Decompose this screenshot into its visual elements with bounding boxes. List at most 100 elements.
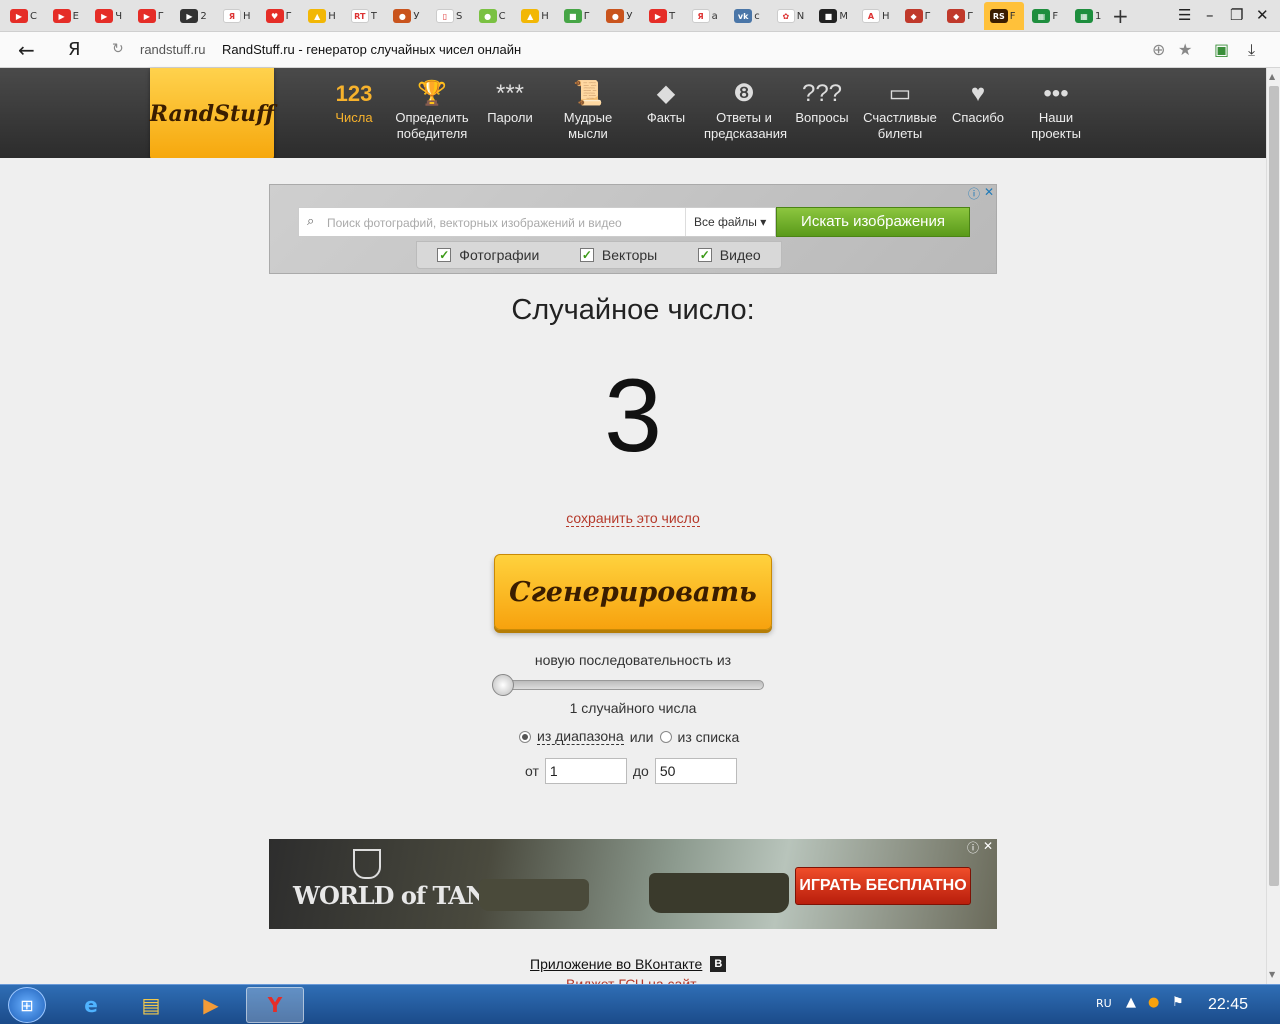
tab-favicon-icon: ♥ [265, 9, 284, 23]
browser-tab[interactable]: Яа [686, 2, 726, 30]
browser-tab[interactable]: ▲ Н [302, 2, 342, 30]
vk-app-link[interactable]: Приложение во ВКонтакте B [530, 956, 727, 972]
page-scrollbar[interactable]: ▲ ▼ [1266, 68, 1280, 984]
bookmark-star-icon[interactable]: ★ [1178, 40, 1192, 59]
ad-banner-top[interactable]: ⌕ Поиск фотографий, векторных изображени… [269, 184, 997, 274]
generate-button[interactable]: Сгенерировать [494, 554, 772, 630]
browser-tab[interactable]: ■ М [813, 2, 853, 30]
ad-filetype-select[interactable]: Все файлы ▾ [685, 208, 777, 236]
widget-link[interactable]: Виджет ГСЧ на сайт [566, 976, 697, 984]
nav-item-winner[interactable]: 🏆 Определить победителя [392, 78, 472, 142]
start-button[interactable]: ⊞ [8, 987, 46, 1023]
ad-close-icon[interactable]: ✕ [984, 185, 994, 199]
browser-tab[interactable]: ▶ Т [643, 2, 683, 30]
menu-icon[interactable]: ☰ [1178, 6, 1191, 24]
browser-tab[interactable]: ▯ S [430, 2, 470, 30]
to-input[interactable] [654, 758, 737, 784]
ad-check-photos[interactable]: ✓ Фотографии [437, 247, 539, 263]
url-page-title[interactable]: RandStuff.ru - генератор случайных чисел… [222, 42, 521, 57]
tab-title: Е [72, 10, 79, 22]
nav-item-questions[interactable]: ??? Вопросы [782, 78, 862, 126]
adchoices-icon[interactable]: ⓘ [967, 839, 979, 856]
image-extension-icon[interactable]: ▣ [1214, 40, 1229, 59]
browser-tab[interactable]: RT Т [345, 2, 385, 30]
count-slider-handle[interactable] [492, 674, 514, 696]
browser-tab[interactable]: AН [856, 2, 896, 30]
download-icon[interactable]: ⤓ [1248, 40, 1255, 60]
mode-range-label[interactable]: из диапазона [537, 728, 624, 745]
from-input[interactable] [544, 758, 627, 784]
tray-app-icon[interactable]: ● [1148, 995, 1159, 1010]
browser-tab[interactable]: ▲ Н [515, 2, 555, 30]
yandex-browser-app-icon[interactable]: Y [246, 987, 304, 1023]
tab-title: У [413, 10, 420, 22]
browser-tab[interactable]: ▶ Е [47, 2, 87, 30]
adchoices-icon[interactable]: ⓘ [968, 185, 980, 202]
nav-item-facts[interactable]: ◆ Факты [626, 78, 706, 126]
browser-tab[interactable]: ● С [473, 2, 513, 30]
nav-item-passwords[interactable]: *** Пароли [470, 78, 550, 126]
url-domain[interactable]: randstuff.ru [140, 42, 206, 57]
ad-search-box[interactable]: ⌕ Поиск фотографий, векторных изображени… [298, 207, 776, 237]
browser-tab[interactable]: ▶ С [4, 2, 44, 30]
tab-title: Г [157, 10, 164, 22]
mode-or-label: или [629, 728, 654, 745]
restore-icon[interactable]: ❐ [1230, 6, 1243, 24]
browser-tab[interactable]: ● У [600, 2, 640, 30]
tray-expand-icon[interactable]: ▲ [1126, 995, 1136, 1010]
nav-item-answers[interactable]: ❽ Ответы и предсказания [704, 78, 787, 142]
browser-tab[interactable]: ▶ 2 [174, 2, 214, 30]
browser-tab[interactable]: ▶ Ч [89, 2, 129, 30]
site-logo[interactable]: RandStuff [150, 68, 274, 160]
ie-app-icon[interactable]: e [62, 987, 120, 1023]
save-number-link-text[interactable]: сохранить это число [566, 510, 700, 527]
nav-item-thanks[interactable]: ♥ Спасибо [938, 78, 1018, 126]
nav-item-quotes[interactable]: 📜 Мудрые мысли [548, 78, 628, 142]
browser-tab[interactable]: ▦ 1 [1069, 2, 1109, 30]
browser-tab[interactable]: ✿ N [771, 2, 811, 30]
browser-tab[interactable]: ◆ Г [899, 2, 939, 30]
browser-tab[interactable]: ЯН [217, 2, 257, 30]
media-player-app-icon[interactable]: ▶ [182, 987, 240, 1023]
language-indicator[interactable]: RU [1096, 997, 1112, 1010]
ad-check-vectors[interactable]: ✓ Векторы [579, 247, 657, 263]
protect-icon[interactable]: ⊕ [1152, 40, 1165, 59]
ad-search-placeholder[interactable]: Поиск фотографий, векторных изображений … [327, 216, 622, 230]
nav-item-tickets[interactable]: ▭ Счастливые билеты [860, 78, 940, 142]
nav-item-projects[interactable]: ••• Наши проекты [1016, 78, 1096, 142]
browser-tab[interactable]: ◆ Г [941, 2, 981, 30]
action-center-flag-icon[interactable]: ⚑ [1172, 995, 1184, 1010]
browser-tab[interactable]: ▶ Г [132, 2, 172, 30]
browser-tab[interactable]: RS F [983, 2, 1024, 30]
explorer-app-icon[interactable]: ▤ [122, 987, 180, 1023]
clock[interactable]: 22:45 [1208, 996, 1248, 1014]
close-window-icon[interactable]: ✕ [1256, 6, 1269, 24]
ad-banner-bottom[interactable]: WORLD of TANKS ИГРАТЬ БЕСПЛАТНО ⓘ ✕ [269, 839, 997, 929]
ad-close-icon[interactable]: ✕ [983, 839, 993, 853]
scroll-up-icon[interactable]: ▲ [1269, 72, 1275, 81]
tab-title: Н [243, 10, 251, 22]
browser-tab[interactable]: vk с [728, 2, 768, 30]
nav-item-label: Спасибо [951, 110, 1005, 125]
ad-check-video[interactable]: ✓ Видео [697, 247, 761, 263]
tab-title: Т [669, 10, 676, 22]
new-tab-button[interactable]: + [1112, 4, 1129, 28]
browser-tab[interactable]: ♥ Г [260, 2, 300, 30]
tab-favicon-icon: RS [989, 9, 1008, 23]
browser-tab[interactable]: ■ Г [558, 2, 598, 30]
radio-range[interactable] [519, 730, 531, 743]
browser-tab[interactable]: ▦ F [1026, 2, 1066, 30]
back-button[interactable]: ← [18, 38, 35, 62]
browser-tab[interactable]: ● У [387, 2, 427, 30]
count-slider-track[interactable] [496, 680, 764, 690]
yandex-logo-icon[interactable]: Я [68, 39, 81, 60]
radio-list[interactable] [659, 730, 672, 743]
mode-list-label[interactable]: из списка [678, 729, 740, 745]
play-free-button[interactable]: ИГРАТЬ БЕСПЛАТНО [795, 867, 971, 905]
ad-search-button[interactable]: Искать изображения [776, 207, 970, 237]
reload-icon[interactable]: ↻ [112, 41, 124, 57]
nav-item-numbers[interactable]: 123 Числа [314, 78, 394, 126]
scroll-thumb[interactable] [1269, 86, 1279, 886]
minimize-icon[interactable]: – [1206, 6, 1214, 24]
scroll-down-icon[interactable]: ▼ [1269, 970, 1275, 979]
